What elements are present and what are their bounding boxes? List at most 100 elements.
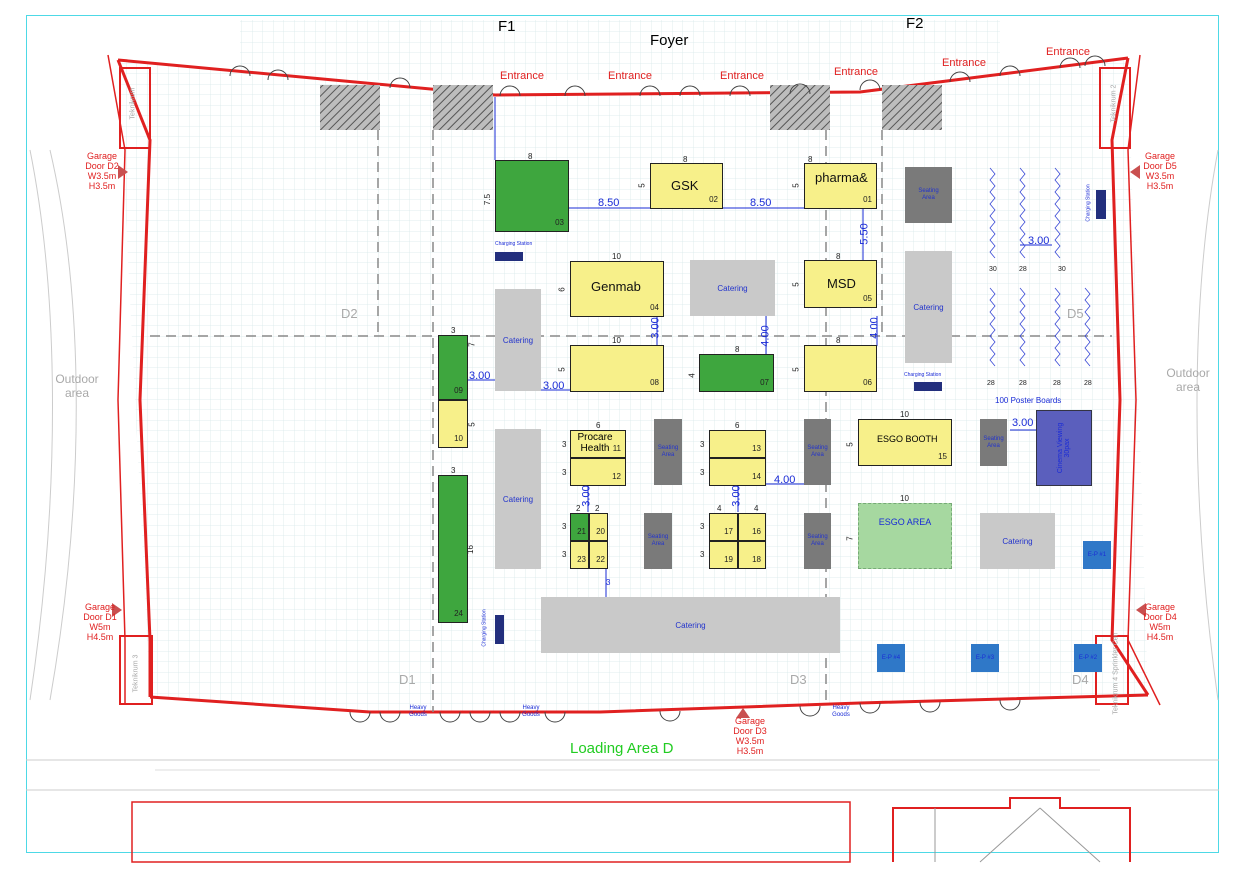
booth-03-number: 03 — [555, 218, 564, 227]
bottom-building-left — [131, 801, 851, 863]
booth-22[interactable]: 22 — [589, 541, 608, 569]
tech-room-3-label: Teknikrum 3 — [132, 654, 140, 693]
booth-07-number: 07 — [760, 378, 769, 387]
booth-16-width: 4 — [754, 504, 759, 513]
charging-station-4[interactable] — [495, 615, 504, 644]
booth-19-depth: 3 — [700, 550, 705, 559]
ep-2-label: E-P #2 — [1078, 655, 1098, 661]
esgo-area-name: ESGO AREA — [878, 517, 932, 527]
catering-6[interactable]: Catering — [541, 597, 840, 653]
charging-station-3[interactable] — [1096, 190, 1106, 219]
booth-21[interactable]: 21 — [570, 513, 589, 541]
booth-11-procare[interactable]: Procare Health 11 — [570, 430, 626, 458]
poster-count-3: 30 — [1058, 266, 1066, 273]
seating-area-6[interactable]: Seating Area — [804, 513, 831, 569]
booth-13-width: 6 — [735, 421, 740, 430]
entrance-5: Entrance — [942, 57, 987, 69]
booth-08-number: 08 — [650, 378, 659, 387]
seating-area-4[interactable]: Seating Area — [980, 419, 1007, 466]
ep-1[interactable]: E-P #1 — [1083, 541, 1111, 569]
booth-07-width: 8 — [735, 345, 740, 354]
catering-3[interactable]: Catering — [905, 251, 952, 363]
booth-23[interactable]: 23 — [570, 541, 589, 569]
booth-11-name: Procare Health — [577, 432, 613, 454]
booth-12[interactable]: 12 — [570, 458, 626, 486]
column-1 — [320, 85, 380, 130]
booth-16-number: 16 — [752, 527, 761, 536]
booth-24[interactable]: 24 — [438, 475, 468, 623]
booth-05-msd[interactable]: MSD 05 — [804, 260, 877, 308]
booth-17[interactable]: 17 — [709, 513, 738, 541]
booth-15-depth: 5 — [845, 442, 855, 447]
tech-room-2-label: Teknikrum 2 — [1110, 84, 1118, 123]
booth-02-gsk[interactable]: GSK 02 — [650, 163, 723, 209]
entrance-4: Entrance — [834, 66, 879, 78]
booth-13[interactable]: 13 — [709, 430, 766, 458]
booth-11-number: 11 — [612, 444, 621, 453]
booth-07[interactable]: 07 — [699, 354, 774, 392]
booth-14[interactable]: 14 — [709, 458, 766, 486]
seating-area-3[interactable]: Seating Area — [804, 419, 831, 485]
seating-area-5-label: Seating Area — [647, 534, 669, 547]
booth-20[interactable]: 20 — [589, 513, 608, 541]
catering-1[interactable]: Catering — [495, 289, 541, 391]
entrance-6: Entrance — [1046, 46, 1091, 58]
ep-3[interactable]: E-P #3 — [971, 644, 999, 672]
seating-area-1[interactable]: Seating Area — [905, 167, 952, 223]
booth-08[interactable]: 08 — [570, 345, 664, 392]
booth-04-name: Genmab — [591, 279, 641, 294]
booth-01-pharma[interactable]: pharma& 01 — [804, 163, 877, 209]
seating-area-1-label: Seating Area — [918, 188, 939, 201]
booth-24-number: 24 — [454, 609, 463, 618]
loading-area-label: Loading Area D — [570, 740, 674, 757]
catering-3-label: Catering — [913, 302, 944, 312]
outside-lines-left2 — [49, 149, 77, 701]
seating-area-6-label: Seating Area — [807, 534, 828, 547]
esgo-area[interactable]: ESGO AREA — [858, 503, 952, 569]
booth-10[interactable]: 10 — [438, 400, 468, 448]
booth-18[interactable]: 18 — [738, 541, 766, 569]
dim-850-right: 8.50 — [750, 197, 772, 209]
outside-lines-right — [1196, 149, 1219, 701]
booth-03[interactable]: 03 — [495, 160, 569, 232]
catering-2[interactable]: Catering — [690, 260, 775, 316]
booth-02-number: 02 — [709, 195, 718, 204]
booth-14-number: 14 — [752, 472, 761, 481]
booth-04-genmab[interactable]: Genmab 04 — [570, 261, 664, 317]
tech-room-1-label: Teknikrum — [129, 87, 137, 120]
booth-19[interactable]: 19 — [709, 541, 738, 569]
label-f1: F1 — [498, 18, 516, 35]
booth-06[interactable]: 06 — [804, 345, 877, 392]
charging-station-2-label: Charging Station — [904, 372, 942, 378]
dim-300-d: 3.00 — [580, 485, 593, 507]
seating-area-2[interactable]: Seating Area — [654, 419, 682, 485]
catering-5[interactable]: Catering — [980, 513, 1055, 569]
booth-09[interactable]: 09 — [438, 335, 468, 400]
booth-04-number: 04 — [650, 303, 659, 312]
catering-5-label: Catering — [1002, 536, 1033, 546]
poster-count-2: 28 — [1019, 266, 1027, 273]
ep-4[interactable]: E-P #4 — [877, 644, 905, 672]
heavy-goods-2: Heavy Goods — [522, 705, 540, 718]
booth-15-esgo[interactable]: ESGO BOOTH 15 — [858, 419, 952, 466]
poster-count-1: 30 — [989, 266, 997, 273]
garage-door-d4: Garage Door D4 W5m H4.5m — [1143, 602, 1177, 642]
catering-4[interactable]: Catering — [495, 429, 541, 569]
charging-station-1[interactable] — [495, 252, 523, 261]
zone-d1: D1 — [399, 672, 416, 687]
charging-station-2[interactable] — [914, 382, 942, 391]
booth-01-width: 8 — [808, 155, 813, 164]
ep-3-label: E-P #3 — [975, 655, 995, 661]
entrance-2: Entrance — [608, 70, 653, 82]
catering-4-label: Catering — [502, 494, 534, 504]
booth-18-number: 18 — [752, 555, 761, 564]
ep-2[interactable]: E-P #2 — [1074, 644, 1102, 672]
cinema-viewing[interactable]: Cinema Viewing 30pax — [1036, 410, 1092, 486]
zone-d5: D5 — [1067, 306, 1084, 321]
booth-13-depth: 3 — [700, 440, 705, 449]
seating-area-5[interactable]: Seating Area — [644, 513, 672, 569]
booth-21-depth: 3 — [562, 522, 567, 531]
booth-24-depth: 16 — [465, 545, 475, 554]
booth-16[interactable]: 16 — [738, 513, 766, 541]
booth-06-depth: 5 — [791, 367, 801, 372]
